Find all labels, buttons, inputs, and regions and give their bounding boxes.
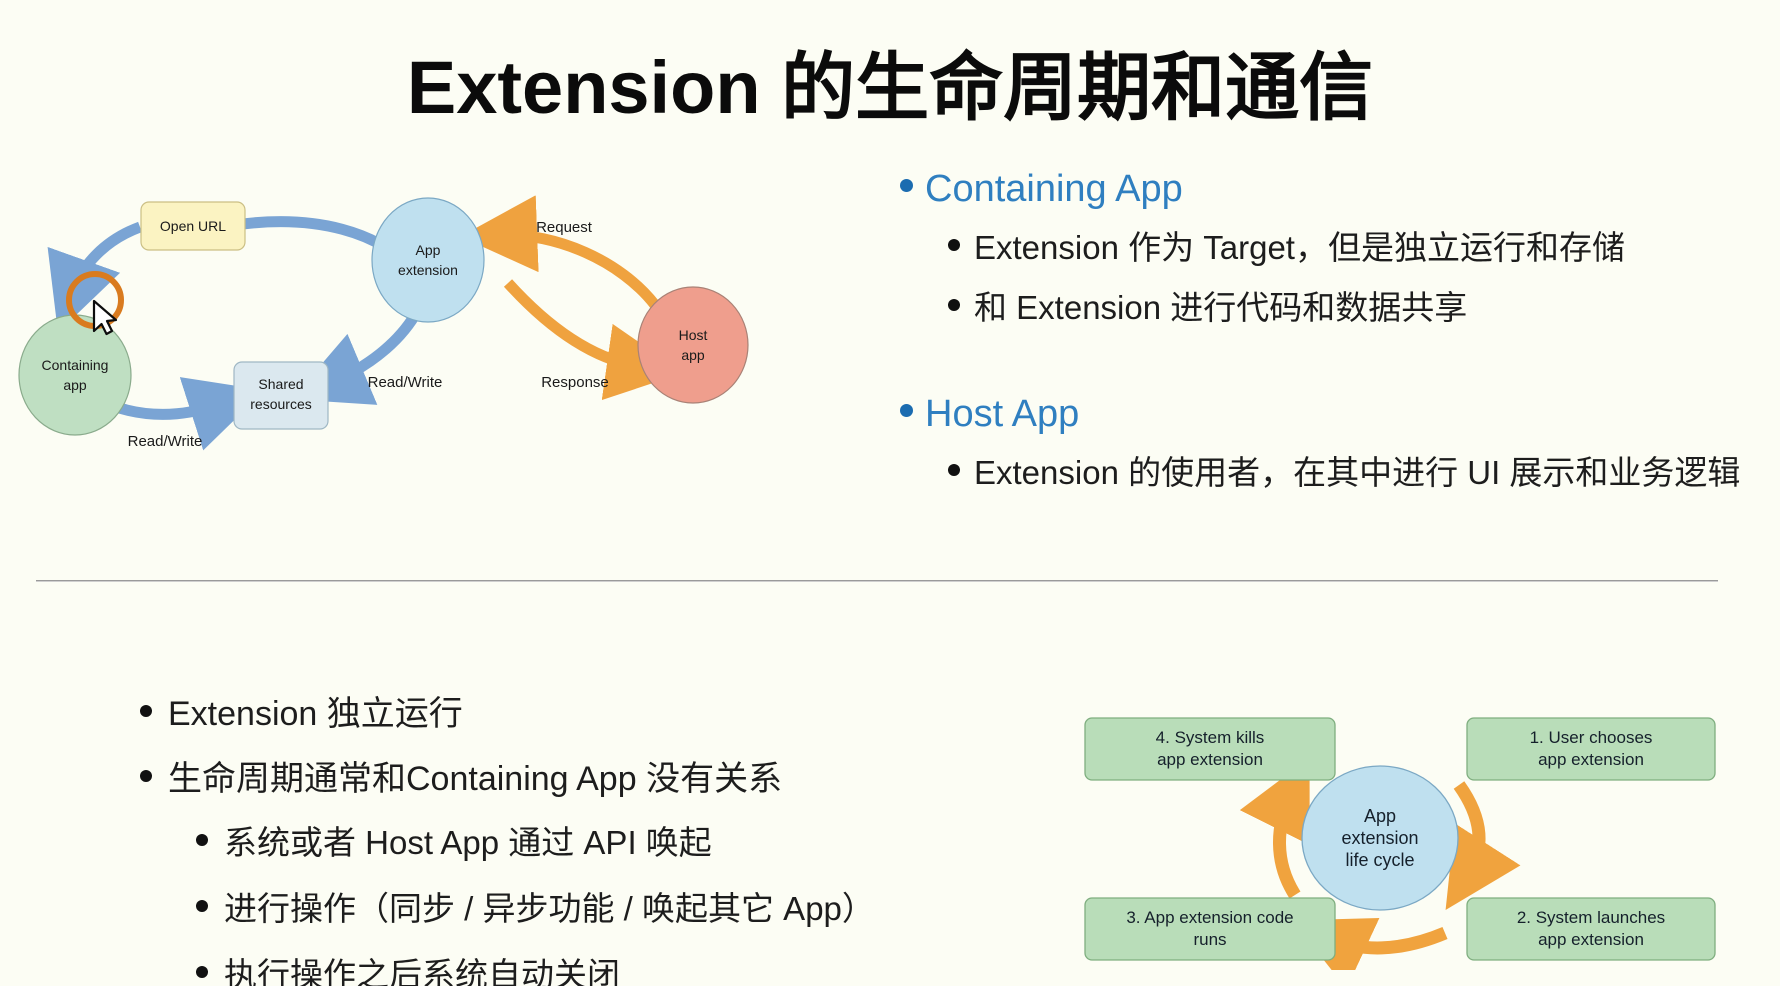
- arrow-extension-to-shared-resources: [291, 312, 420, 405]
- lifecycle-center-line1: App: [1364, 806, 1396, 826]
- edge-label-read-write-bottom: Read/Write: [128, 433, 203, 450]
- lifecycle-arrow-2-to-3: [1292, 918, 1448, 970]
- bullet-label: 生命周期通常和Containing App 没有关系: [168, 760, 783, 798]
- lifecycle-arrow-1-to-2: [1445, 781, 1521, 911]
- lifecycle-step-4-line2: app extension: [1157, 750, 1263, 769]
- lifecycle-arrow-3-to-4: [1239, 757, 1310, 899]
- bullet-dot-icon: [196, 966, 208, 978]
- node-containing-app-line1: Containing: [42, 357, 109, 373]
- edge-label-response: Response: [541, 374, 609, 391]
- bullet-containing-app-2: 和 Extension 进行代码和数据共享: [948, 281, 1780, 329]
- slide-root: Extension 的生命周期和通信 Open URL Containing a…: [0, 0, 1780, 986]
- bullet-label: Extension 作为 Target，但是独立运行和存储: [974, 229, 1625, 266]
- lifecycle-step-1-line1: 1. User chooses: [1530, 728, 1653, 747]
- lifecycle-center-line2: extension: [1341, 828, 1418, 848]
- node-open-url-label: Open URL: [160, 218, 226, 234]
- list-item: Extension 独立运行: [140, 686, 960, 735]
- node-containing-app: Containing app: [18, 314, 132, 436]
- bullet-dot-icon: [948, 464, 960, 476]
- section-heading-label: Host App: [925, 393, 1080, 435]
- node-app-extension-line2: extension: [398, 262, 458, 278]
- lifecycle-step-2: 2. System launches app extension: [1466, 897, 1716, 961]
- communication-diagram: Open URL Containing app App extension Sh…: [10, 165, 860, 505]
- lifecycle-step-3-line1: 3. App extension code: [1126, 908, 1293, 927]
- bullet-label: Extension 的使用者，在其中进行 UI 展示和业务逻辑: [974, 454, 1741, 491]
- bullet-dot-icon: [196, 834, 208, 846]
- lifecycle-step-4: 4. System kills app extension: [1084, 717, 1336, 781]
- lifecycle-step-1-line2: app extension: [1538, 750, 1644, 769]
- lifecycle-step-4-line1: 4. System kills: [1156, 728, 1265, 747]
- bullet-dot-icon: [948, 239, 960, 251]
- node-shared-resources-line2: resources: [250, 396, 311, 412]
- lifecycle-step-3: 3. App extension code runs: [1084, 897, 1336, 961]
- bullet-label: 和 Extension 进行代码和数据共享: [974, 289, 1468, 326]
- list-item: 进行操作（同步 / 异步功能 / 唤起其它 App）: [196, 882, 960, 930]
- bullet-label: Extension 独立运行: [168, 695, 463, 733]
- bullet-label: 执行操作之后系统自动关闭: [224, 956, 620, 986]
- bullet-dot-icon: [900, 179, 913, 192]
- node-shared-resources-line1: Shared: [258, 376, 303, 392]
- lifecycle-step-2-line1: 2. System launches: [1517, 908, 1665, 927]
- node-app-extension: App extension: [371, 197, 485, 323]
- bullet-dot-icon: [900, 404, 913, 417]
- edge-label-request: Request: [536, 219, 593, 236]
- node-open-url: Open URL: [140, 201, 246, 251]
- section-heading-containing-app: Containing App: [900, 168, 1780, 211]
- node-app-extension-line1: App: [416, 242, 441, 258]
- list-item: 执行操作之后系统自动关闭: [196, 948, 960, 986]
- lifecycle-step-3-line2: runs: [1193, 930, 1226, 949]
- node-shared-resources: Shared resources: [233, 361, 329, 430]
- node-containing-app-line2: app: [63, 377, 87, 393]
- bullet-dot-icon: [196, 900, 208, 912]
- bullet-dot-icon: [140, 770, 152, 782]
- list-item: 系统或者 Host App 通过 API 唤起: [196, 816, 960, 864]
- lifecycle-center-line3: life cycle: [1345, 850, 1414, 870]
- lifecycle-step-2-line2: app extension: [1538, 930, 1644, 949]
- arrow-extension-to-containing-app: [47, 221, 143, 333]
- section-heading-host-app: Host App: [900, 393, 1780, 436]
- mouse-pointer-icon: [92, 299, 118, 336]
- lifecycle-center-node: App extension life cycle: [1301, 765, 1459, 911]
- node-host-app-line1: Host: [679, 327, 708, 343]
- section-heading-label: Containing App: [925, 168, 1183, 210]
- edge-label-read-write-center: Read/Write: [368, 374, 443, 391]
- node-host-app: Host app: [637, 286, 749, 404]
- page-title: Extension 的生命周期和通信: [406, 46, 1374, 129]
- horizontal-divider: [36, 580, 1718, 582]
- list-item: 生命周期通常和Containing App 没有关系: [140, 751, 960, 800]
- node-host-app-line2: app: [681, 347, 705, 363]
- bullet-label: 系统或者 Host App 通过 API 唤起: [224, 824, 712, 861]
- bullet-dot-icon: [948, 299, 960, 311]
- right-bullet-panel: Containing App Extension 作为 Target，但是独立运…: [900, 168, 1780, 506]
- bullet-label: 进行操作（同步 / 异步功能 / 唤起其它 App）: [224, 890, 875, 927]
- lifecycle-diagram: App extension life cycle 4. System kills…: [1060, 690, 1760, 970]
- bullet-dot-icon: [140, 705, 152, 717]
- lifecycle-step-1: 1. User chooses app extension: [1466, 717, 1716, 781]
- arrow-response: [503, 279, 684, 401]
- bottom-left-bullet-list: Extension 独立运行 生命周期通常和Containing App 没有关…: [140, 686, 960, 986]
- bullet-host-app-1: Extension 的使用者，在其中进行 UI 展示和业务逻辑: [948, 446, 1780, 494]
- bullet-containing-app-1: Extension 作为 Target，但是独立运行和存储: [948, 221, 1780, 269]
- arrow-containing-app-to-shared-resources: [108, 377, 265, 451]
